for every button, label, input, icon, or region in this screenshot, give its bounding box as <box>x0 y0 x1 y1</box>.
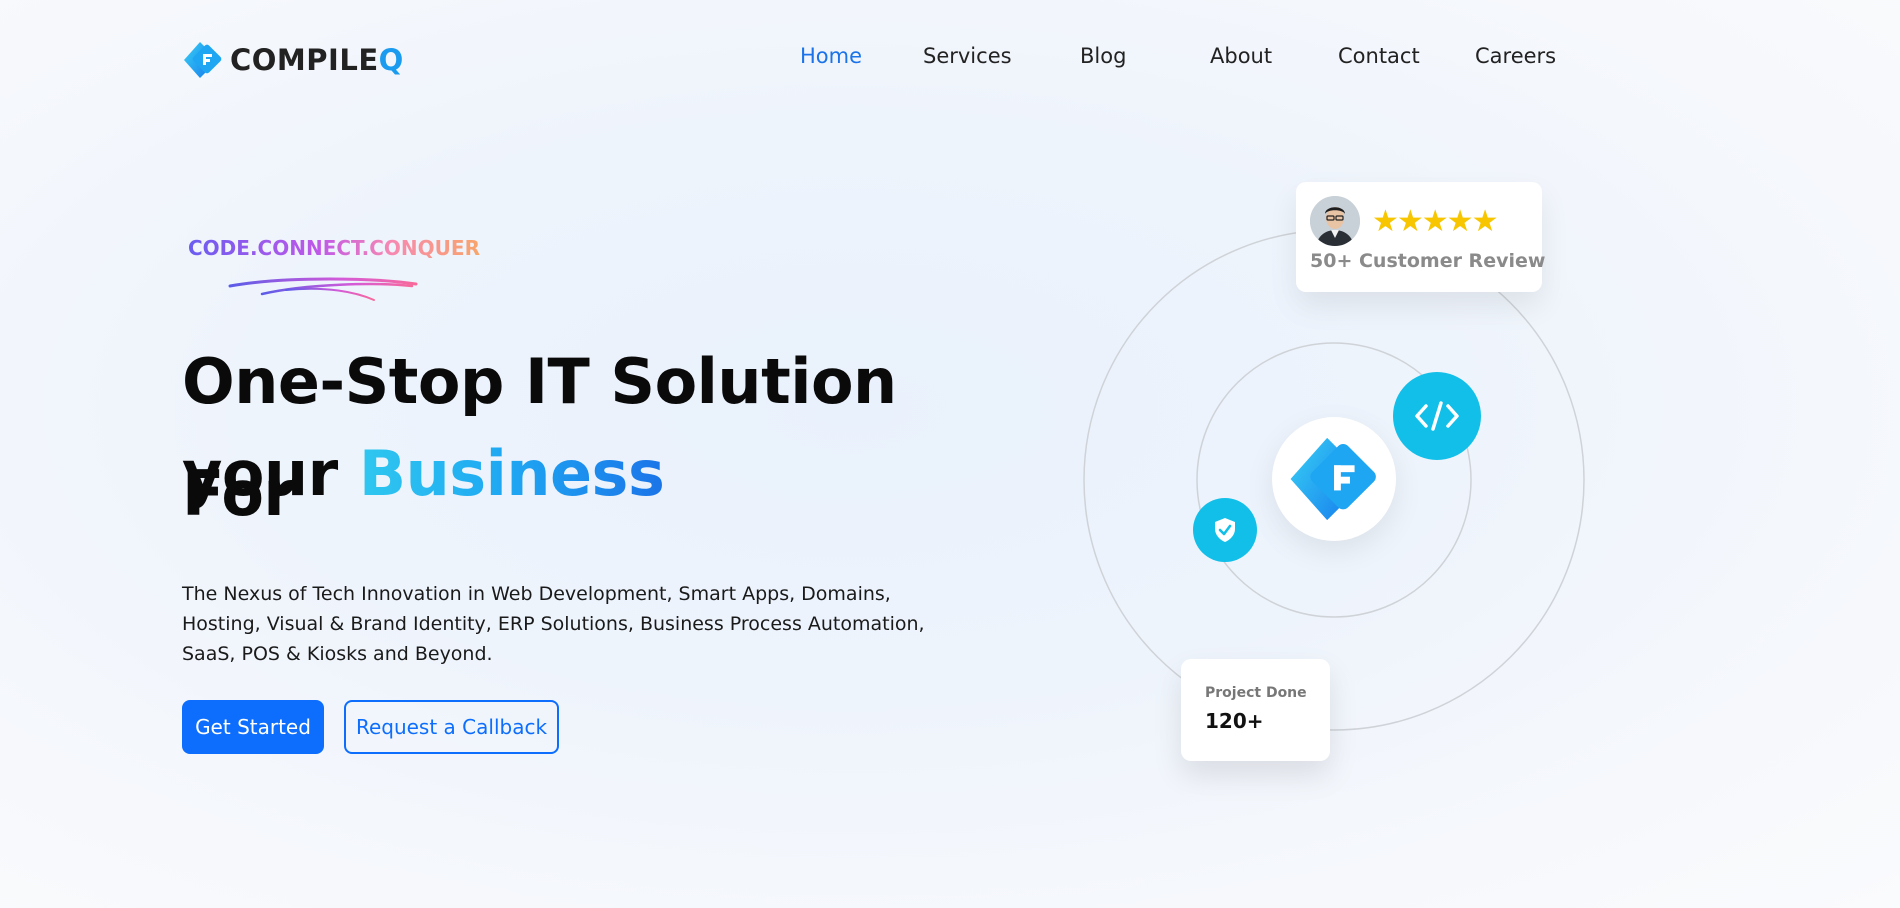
user-avatar-icon <box>1310 196 1360 246</box>
nav-services[interactable]: Services <box>923 44 1012 68</box>
headline-highlight: Business <box>358 437 665 510</box>
code-badge <box>1393 372 1481 460</box>
center-logo-badge <box>1272 417 1396 541</box>
project-done-value: 120+ <box>1205 709 1264 733</box>
nav-about[interactable]: About <box>1210 44 1272 68</box>
compileq-logo-icon <box>1290 437 1376 521</box>
reviewer-avatar <box>1310 196 1360 246</box>
hero-description: The Nexus of Tech Innovation in Web Deve… <box>182 583 925 665</box>
nav-blog[interactable]: Blog <box>1080 44 1126 68</box>
hero-tagline: CODE.CONNECT.CONQUER <box>188 236 480 260</box>
nav-careers[interactable]: Careers <box>1475 44 1556 68</box>
project-done-card: Project Done 120+ <box>1181 659 1330 761</box>
nav-contact[interactable]: Contact <box>1338 44 1420 68</box>
main-nav: Home Services Blog About Contact Careers <box>0 44 1900 76</box>
nav-home[interactable]: Home <box>800 44 862 68</box>
hero-headline: One-Stop IT Solution For your Business <box>182 345 982 530</box>
project-done-label: Project Done <box>1205 685 1307 701</box>
get-started-button[interactable]: Get Started <box>182 700 324 754</box>
star-rating: ★★★★★ <box>1372 204 1498 239</box>
shield-badge <box>1193 498 1257 562</box>
customer-review-card: ★★★★★ 50+ Customer Review <box>1296 182 1546 292</box>
tagline-swoosh-decoration <box>228 277 418 301</box>
request-callback-button[interactable]: Request a Callback <box>344 700 559 754</box>
code-icon <box>1415 401 1459 431</box>
shield-check-icon <box>1215 518 1235 542</box>
review-count-text: 50+ Customer Review <box>1310 250 1546 272</box>
